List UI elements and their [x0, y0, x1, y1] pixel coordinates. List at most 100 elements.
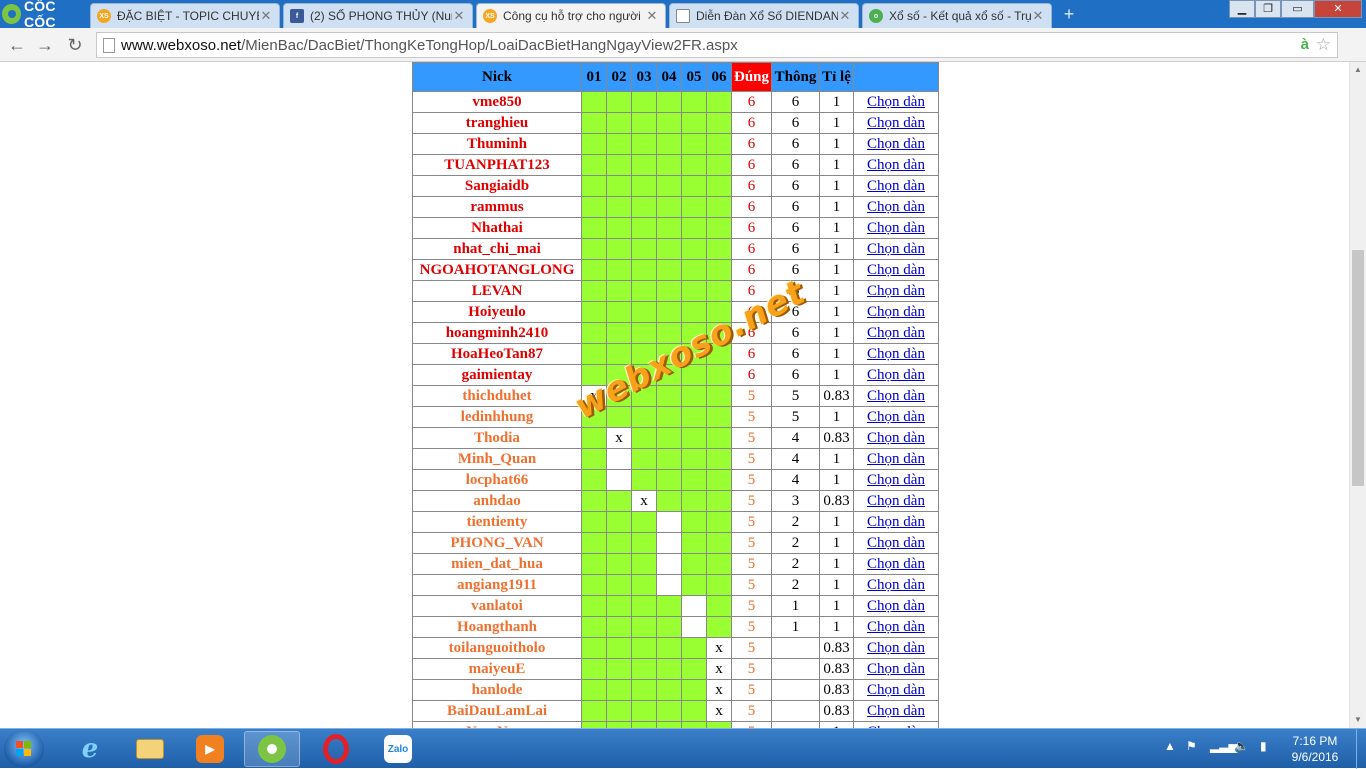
maximize-button[interactable]: ❐ [1255, 0, 1281, 18]
table-row: rammus 6 6 1 Chọn dàn [412, 196, 939, 218]
nick-cell: TUANPHAT123 [412, 154, 582, 176]
nick-cell: LEVAN [412, 280, 582, 302]
result-cell-05 [681, 532, 707, 554]
result-cell-02 [606, 217, 632, 239]
show-desktop-button[interactable] [1356, 729, 1366, 769]
chon-dan-link[interactable]: Chọn dàn [867, 409, 925, 425]
translate-icon[interactable]: à [1301, 36, 1309, 53]
result-cell-02 [606, 280, 632, 302]
browser-tab[interactable]: XS Công cụ hỗ trợ cho người ✕ [476, 3, 666, 28]
chon-dan-link[interactable]: Chọn dàn [867, 241, 925, 257]
result-cell-06 [706, 448, 732, 470]
zalo-icon[interactable]: Zalo [370, 731, 426, 767]
nick-cell: ledinhhung [412, 406, 582, 428]
tab-close-icon[interactable]: ✕ [259, 8, 273, 24]
volume-icon[interactable]: 🔈 [1234, 739, 1249, 753]
result-cell-04 [656, 700, 682, 722]
chon-dan-link[interactable]: Chọn dàn [867, 367, 925, 383]
result-cell-05 [681, 133, 707, 155]
ie-icon[interactable]: e [62, 731, 118, 767]
chon-dan-link[interactable]: Chọn dàn [867, 262, 925, 278]
table-row: toilanguoitholo x 5 0.83 Chọn dàn [412, 637, 939, 659]
scroll-down-icon[interactable]: ▼ [1350, 712, 1366, 728]
chon-dan-link[interactable]: Chọn dàn [867, 283, 925, 299]
vertical-scrollbar[interactable]: ▲ ▼ [1349, 62, 1366, 728]
browser-tab[interactable]: XS ĐẶC BIỆT - TOPIC CHUYÊN ✕ [90, 3, 280, 28]
close-window-button[interactable]: ✕ [1314, 0, 1362, 18]
result-cell-06: x [706, 658, 732, 680]
thong-cell: 5 [771, 385, 820, 407]
opera-icon[interactable] [308, 731, 364, 767]
browser-tab[interactable]: Diễn Đàn Xổ Số DIENDAN ✕ [669, 3, 859, 28]
coccoc-icon[interactable] [244, 731, 300, 767]
header-tile: Tỉ lệ [819, 62, 854, 92]
chon-dan-link[interactable]: Chọn dàn [867, 94, 925, 110]
new-tab-button[interactable]: + [1058, 5, 1080, 23]
result-cell-06 [706, 469, 732, 491]
chon-dan-link[interactable]: Chọn dàn [867, 451, 925, 467]
chon-dan-link[interactable]: Chọn dàn [867, 325, 925, 341]
back-icon[interactable]: ← [6, 34, 28, 56]
scroll-up-icon[interactable]: ▲ [1350, 62, 1366, 78]
chon-dan-link[interactable]: Chọn dàn [867, 199, 925, 215]
flag-tray-icon[interactable]: ⚑ [1186, 739, 1197, 753]
result-cell-05 [681, 280, 707, 302]
chon-dan-link[interactable]: Chọn dàn [867, 556, 925, 572]
url-text[interactable]: www.webxoso.net/MienBac/DacBiet/ThongKeT… [121, 37, 738, 54]
result-cell-03 [631, 700, 657, 722]
chon-dan-link[interactable]: Chọn dàn [867, 598, 925, 614]
scrollbar-thumb[interactable] [1352, 250, 1364, 486]
tab-close-icon[interactable]: ✕ [1031, 8, 1045, 24]
result-cell-03 [631, 259, 657, 281]
tab-close-icon[interactable]: ✕ [645, 8, 659, 24]
table-row: mien_dat_hua 5 2 1 Chọn dàn [412, 553, 939, 575]
chon-dan-link[interactable]: Chọn dàn [867, 703, 925, 719]
bookmark-star-icon[interactable]: ☆ [1316, 35, 1331, 55]
chon-dan-link[interactable]: Chọn dàn [867, 472, 925, 488]
reload-icon[interactable]: ↻ [64, 34, 86, 56]
result-cell-04 [656, 469, 682, 491]
chon-dan-link[interactable]: Chọn dàn [867, 157, 925, 173]
tile-cell: 1 [819, 322, 854, 344]
chon-dan-link[interactable]: Chọn dàn [867, 136, 925, 152]
tab-close-icon[interactable]: ✕ [838, 8, 852, 24]
minimize-button[interactable]: ▁ [1229, 0, 1255, 18]
action-cell: Chọn dàn [853, 658, 939, 680]
chon-dan-link[interactable]: Chọn dàn [867, 115, 925, 131]
forward-icon[interactable]: → [34, 34, 56, 56]
chon-dan-link[interactable]: Chọn dàn [867, 619, 925, 635]
result-cell-06 [706, 301, 732, 323]
table-row: Nhathai 6 6 1 Chọn dàn [412, 217, 939, 239]
chon-dan-link[interactable]: Chọn dàn [867, 577, 925, 593]
result-cell-02 [606, 343, 632, 365]
browser-tab[interactable]: o Xổ số - Kết quả xổ số - Trự ✕ [862, 3, 1052, 28]
show-hidden-icons[interactable]: ▲ [1164, 739, 1176, 753]
result-cell-02: x [606, 427, 632, 449]
chon-dan-link[interactable]: Chọn dàn [867, 640, 925, 656]
restore-button[interactable]: ▭ [1281, 0, 1314, 18]
coccoc-logo[interactable]: CỐC CỐC [2, 0, 88, 30]
chon-dan-link[interactable]: Chọn dàn [867, 430, 925, 446]
chon-dan-link[interactable]: Chọn dàn [867, 220, 925, 236]
chon-dan-link[interactable]: Chọn dàn [867, 514, 925, 530]
media-player-icon[interactable]: ▶ [182, 731, 238, 767]
tab-title: Xổ số - Kết quả xổ số - Trự [889, 9, 1031, 23]
result-cell-05 [681, 700, 707, 722]
start-button[interactable] [4, 730, 44, 768]
chon-dan-link[interactable]: Chọn dàn [867, 346, 925, 362]
result-cell-02 [606, 637, 632, 659]
chon-dan-link[interactable]: Chọn dàn [867, 535, 925, 551]
explorer-icon[interactable] [122, 731, 178, 767]
chon-dan-link[interactable]: Chọn dàn [867, 304, 925, 320]
system-clock[interactable]: 7:16 PM 9/6/2016 [1282, 733, 1348, 765]
chon-dan-link[interactable]: Chọn dàn [867, 682, 925, 698]
url-bar[interactable]: www.webxoso.net/MienBac/DacBiet/ThongKeT… [96, 32, 1338, 58]
chon-dan-link[interactable]: Chọn dàn [867, 178, 925, 194]
battery-icon[interactable]: ▮ [1260, 739, 1267, 753]
chon-dan-link[interactable]: Chọn dàn [867, 388, 925, 404]
chon-dan-link[interactable]: Chọn dàn [867, 493, 925, 509]
chon-dan-link[interactable]: Chọn dàn [867, 661, 925, 677]
header-02: 02 [606, 62, 632, 92]
tab-close-icon[interactable]: ✕ [452, 8, 466, 24]
browser-tab[interactable]: f (2) SỐ PHONG THỦY (Num ✕ [283, 3, 473, 28]
